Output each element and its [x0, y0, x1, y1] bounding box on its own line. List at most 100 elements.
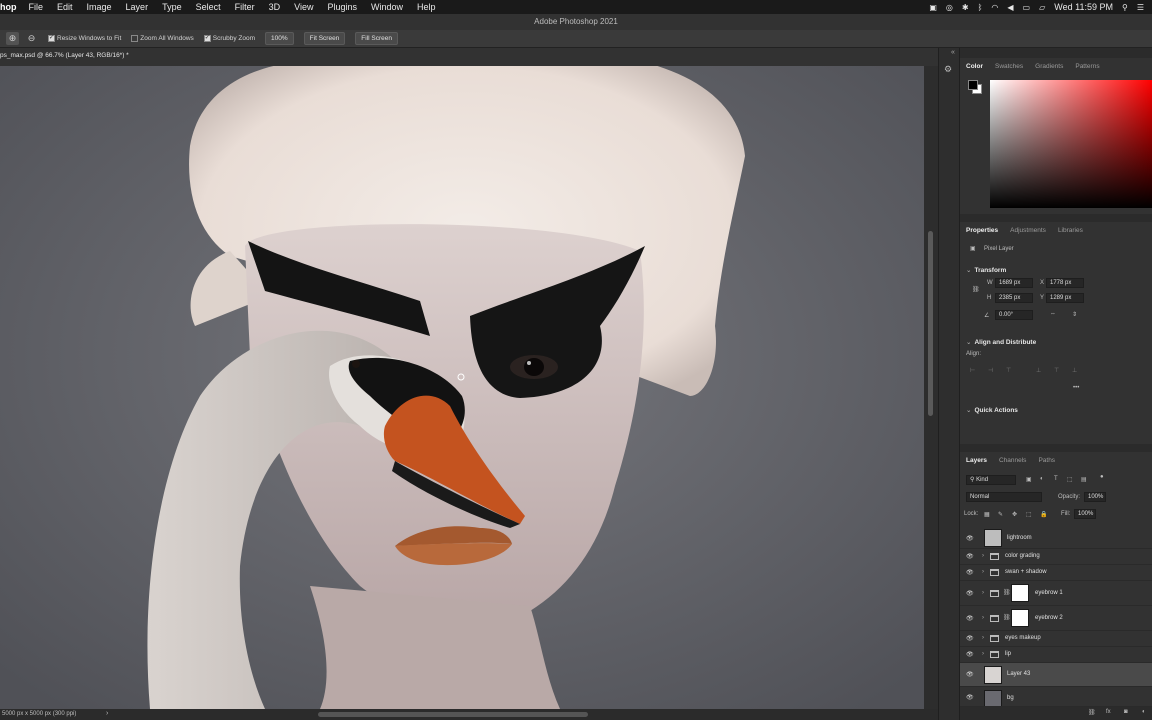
chevron-right-icon[interactable]: ›: [982, 635, 984, 641]
clock[interactable]: Wed 11:59 PM: [1054, 2, 1113, 12]
vertical-scrollbar[interactable]: [924, 66, 938, 709]
visibility-eye-icon[interactable]: 👁: [966, 635, 974, 642]
visibility-eye-icon[interactable]: 👁: [966, 590, 974, 597]
chevron-right-icon[interactable]: ›: [982, 553, 984, 559]
align-bottom-icon[interactable]: ⊥: [1072, 367, 1077, 374]
control-center-icon[interactable]: ☰: [1137, 3, 1144, 12]
tab-gradients[interactable]: Gradients: [1029, 63, 1069, 70]
y-field[interactable]: 1289 px: [1046, 293, 1084, 303]
scrubby-zoom-checkbox[interactable]: ✓ Scrubby Zoom: [203, 35, 255, 42]
adjustments-panel-icon[interactable]: ⚙: [944, 64, 952, 75]
bluetooth-icon[interactable]: ᛒ: [978, 3, 983, 12]
zoom-out-icon[interactable]: ⊖: [25, 32, 38, 45]
filter-type-icon[interactable]: T: [1054, 476, 1058, 482]
fill-field[interactable]: 100%: [1074, 509, 1096, 519]
zoom-all-checkbox[interactable]: Zoom All Windows: [131, 35, 194, 42]
fx-icon[interactable]: fx: [1106, 709, 1111, 715]
filter-toggle-icon[interactable]: ●: [1100, 474, 1104, 480]
filter-shape-icon[interactable]: ⬚: [1067, 476, 1073, 483]
tab-adjustments[interactable]: Adjustments: [1004, 227, 1052, 234]
align-middle-icon[interactable]: ⊤: [1054, 367, 1059, 374]
menu-window[interactable]: Window: [371, 2, 403, 12]
tab-properties[interactable]: Properties: [960, 227, 1004, 234]
wifi-icon[interactable]: ◠: [991, 3, 998, 12]
layer-row[interactable]: 👁 › color grading: [960, 549, 1152, 565]
lock-all-icon[interactable]: 🔒: [1040, 511, 1047, 518]
lock-position-icon[interactable]: ✥: [1012, 511, 1017, 518]
battery-icon[interactable]: ▭: [1023, 3, 1031, 12]
x-field[interactable]: 1778 px: [1046, 278, 1084, 288]
lock-image-icon[interactable]: ✎: [998, 511, 1003, 518]
tab-patterns[interactable]: Patterns: [1069, 63, 1105, 70]
color-picker-field[interactable]: [990, 80, 1152, 208]
menu-view[interactable]: View: [294, 2, 313, 12]
horizontal-scroll-thumb[interactable]: [318, 712, 588, 717]
lock-transparent-icon[interactable]: ▦: [984, 511, 990, 518]
align-section[interactable]: ⌄ Align and Distribute: [966, 338, 1036, 346]
layer-row[interactable]: 👁 bg: [960, 687, 1152, 707]
tab-swatches[interactable]: Swatches: [989, 63, 1029, 70]
align-top-icon[interactable]: ⊥: [1036, 367, 1041, 374]
search-icon[interactable]: ⚲: [1122, 3, 1128, 12]
visibility-eye-icon[interactable]: 👁: [966, 694, 974, 701]
resize-windows-checkbox[interactable]: ✓ Resize Windows to Fit: [48, 35, 121, 42]
lock-artboard-icon[interactable]: ⬚: [1026, 511, 1032, 518]
menu-file[interactable]: File: [29, 2, 44, 12]
chevron-right-icon[interactable]: ›: [982, 615, 984, 621]
fit-screen-button[interactable]: Fit Screen: [303, 32, 346, 45]
height-field[interactable]: 2385 px: [995, 293, 1033, 303]
menu-image[interactable]: Image: [87, 2, 112, 12]
mask-link-icon[interactable]: ⛓: [1003, 589, 1011, 596]
volume-icon[interactable]: ◀: [1007, 3, 1013, 12]
layer-row[interactable]: 👁 › ⛓ eyebrow 1: [960, 581, 1152, 606]
document-tab[interactable]: ps_max.psd @ 66.7% (Layer 43, RGB/16*) *: [0, 52, 129, 59]
flip-vertical-icon[interactable]: ⇕: [1072, 311, 1077, 318]
extension-icon[interactable]: ✱: [962, 3, 969, 12]
adjustment-layer-icon[interactable]: ◐: [1142, 709, 1146, 715]
align-center-icon[interactable]: ⊣: [988, 367, 993, 374]
flip-horizontal-icon[interactable]: ⇔: [1050, 311, 1056, 317]
menu-type[interactable]: Type: [162, 2, 182, 12]
add-mask-icon[interactable]: ◙: [1124, 709, 1128, 715]
quick-actions-section[interactable]: ⌄ Quick Actions: [966, 406, 1018, 414]
app-menu[interactable]: hop: [0, 2, 17, 12]
zoom-in-icon[interactable]: ⊕: [6, 32, 19, 45]
align-right-icon[interactable]: ⊤: [1006, 367, 1011, 374]
visibility-eye-icon[interactable]: 👁: [966, 569, 974, 576]
align-left-icon[interactable]: ⊢: [970, 367, 975, 374]
status-arrow-icon[interactable]: ›: [106, 710, 108, 717]
angle-field[interactable]: 0.00°: [995, 310, 1033, 320]
transform-section[interactable]: ⌄ Transform: [966, 266, 1006, 274]
menu-layer[interactable]: Layer: [126, 2, 149, 12]
layer-mask-thumbnail[interactable]: [1011, 584, 1029, 602]
menu-edit[interactable]: Edit: [57, 2, 73, 12]
chevron-right-icon[interactable]: ›: [982, 651, 984, 657]
opacity-field[interactable]: 100%: [1084, 492, 1106, 502]
visibility-eye-icon[interactable]: 👁: [966, 651, 974, 658]
width-field[interactable]: 1689 px: [995, 278, 1033, 288]
collapse-panels-icon[interactable]: «: [951, 49, 955, 56]
filter-adjustment-icon[interactable]: ◐: [1040, 476, 1044, 482]
scroll-thumb[interactable]: [928, 231, 933, 416]
tab-color[interactable]: Color: [960, 63, 989, 70]
airplay-icon[interactable]: ▱: [1039, 3, 1045, 12]
layer-row[interactable]: 👁 › ⛓ eyebrow 2: [960, 606, 1152, 631]
filter-smart-object-icon[interactable]: ▤: [1081, 476, 1087, 483]
tab-paths[interactable]: Paths: [1032, 457, 1061, 464]
blend-mode-select[interactable]: Normal: [966, 492, 1042, 502]
tab-channels[interactable]: Channels: [993, 457, 1032, 464]
fill-screen-button[interactable]: Fill Screen: [355, 32, 399, 45]
menu-filter[interactable]: Filter: [235, 2, 255, 12]
link-layers-icon[interactable]: ⛓: [1088, 709, 1096, 716]
layer-row[interactable]: 👁 › lip: [960, 647, 1152, 663]
link-icon[interactable]: ⛓: [972, 286, 980, 293]
screen-record-icon[interactable]: ▣: [929, 3, 937, 12]
foreground-color-swatch[interactable]: [968, 80, 978, 90]
menu-plugins[interactable]: Plugins: [327, 2, 357, 12]
more-options[interactable]: •••: [1073, 385, 1079, 391]
tab-libraries[interactable]: Libraries: [1052, 227, 1089, 234]
menu-3d[interactable]: 3D: [269, 2, 281, 12]
layer-row[interactable]: 👁 › swan + shadow: [960, 565, 1152, 581]
layer-row-selected[interactable]: 👁 Layer 43: [960, 663, 1152, 687]
layer-mask-thumbnail[interactable]: [1011, 609, 1029, 627]
